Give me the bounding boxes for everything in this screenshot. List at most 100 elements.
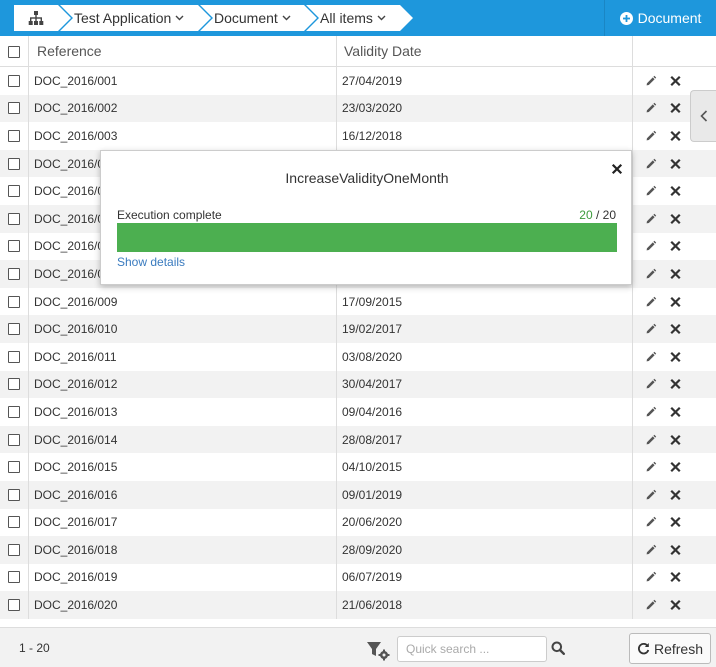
row-checkbox[interactable] bbox=[8, 240, 20, 253]
row-checkbox[interactable] bbox=[8, 129, 20, 142]
new-document-button[interactable]: Document bbox=[604, 0, 716, 36]
pencil-icon[interactable] bbox=[645, 489, 657, 501]
table-row[interactable]: DOC_2016/015 04/10/2015 bbox=[0, 453, 716, 481]
table-row[interactable]: DOC_2016/011 03/08/2020 bbox=[0, 342, 716, 371]
row-checkbox[interactable] bbox=[8, 350, 20, 363]
breadcrumb-home[interactable] bbox=[14, 5, 73, 31]
table-row[interactable]: DOC_2016/013 09/04/2016 bbox=[0, 398, 716, 426]
table-row[interactable]: DOC_2016/012 30/04/2017 bbox=[0, 370, 716, 399]
table-row[interactable]: DOC_2016/014 28/08/2017 bbox=[0, 425, 716, 454]
breadcrumb-item-all-items[interactable]: All items bbox=[306, 5, 415, 31]
delete-icon[interactable] bbox=[670, 103, 681, 114]
row-checkbox[interactable] bbox=[8, 267, 20, 280]
close-icon[interactable] bbox=[611, 163, 623, 175]
row-checkbox[interactable] bbox=[8, 599, 20, 612]
row-checkbox[interactable] bbox=[8, 295, 20, 308]
pencil-icon[interactable] bbox=[645, 516, 657, 528]
table-row[interactable]: DOC_2016/001 27/04/2019 bbox=[0, 67, 716, 95]
delete-icon[interactable] bbox=[670, 241, 681, 252]
pencil-icon[interactable] bbox=[645, 378, 657, 390]
reference-cell: DOC_2016/016 bbox=[29, 480, 337, 509]
row-checkbox[interactable] bbox=[8, 516, 20, 529]
row-checkbox[interactable] bbox=[8, 433, 20, 446]
pencil-icon[interactable] bbox=[645, 102, 657, 114]
chevron-down-icon bbox=[377, 15, 386, 21]
chevron-left-icon bbox=[699, 110, 707, 122]
delete-icon[interactable] bbox=[670, 517, 681, 528]
delete-icon[interactable] bbox=[670, 462, 681, 473]
sitemap-icon bbox=[28, 11, 44, 25]
delete-icon[interactable] bbox=[670, 186, 681, 197]
delete-icon[interactable] bbox=[670, 158, 681, 169]
delete-icon[interactable] bbox=[670, 268, 681, 280]
delete-icon[interactable] bbox=[670, 434, 681, 445]
breadcrumb-item-application[interactable]: Test Application bbox=[60, 5, 213, 31]
reference-cell: DOC_2016/010 bbox=[29, 315, 337, 343]
pencil-icon[interactable] bbox=[645, 296, 657, 308]
row-checkbox[interactable] bbox=[8, 571, 20, 584]
delete-icon[interactable] bbox=[670, 379, 681, 390]
delete-icon[interactable] bbox=[670, 406, 681, 417]
breadcrumb-item-document[interactable]: Document bbox=[200, 5, 319, 31]
row-checkbox[interactable] bbox=[8, 543, 20, 556]
column-header-validity-date[interactable]: Validity Date bbox=[337, 36, 633, 67]
delete-icon[interactable] bbox=[670, 324, 681, 335]
table-row[interactable]: DOC_2016/016 09/01/2019 bbox=[0, 480, 716, 509]
delete-icon[interactable] bbox=[670, 351, 681, 362]
pencil-icon[interactable] bbox=[645, 185, 657, 197]
table-row[interactable]: DOC_2016/019 06/07/2019 bbox=[0, 563, 716, 592]
delete-icon[interactable] bbox=[670, 75, 681, 86]
row-checkbox[interactable] bbox=[8, 323, 20, 336]
delete-icon[interactable] bbox=[670, 130, 681, 142]
table-row[interactable]: DOC_2016/009 17/09/2015 bbox=[0, 287, 716, 316]
execution-popup: IncreaseValidityOneMonth Execution compl… bbox=[100, 150, 632, 285]
pencil-icon[interactable] bbox=[645, 268, 657, 280]
side-panel-toggle[interactable] bbox=[690, 90, 716, 142]
quick-search-input[interactable] bbox=[397, 636, 547, 662]
pencil-icon[interactable] bbox=[645, 75, 657, 87]
delete-icon[interactable] bbox=[670, 544, 681, 555]
pencil-icon[interactable] bbox=[645, 461, 657, 473]
pencil-icon[interactable] bbox=[645, 544, 657, 556]
pencil-icon[interactable] bbox=[645, 571, 657, 583]
row-checkbox[interactable] bbox=[8, 74, 20, 87]
pencil-icon[interactable] bbox=[645, 323, 657, 335]
row-checkbox[interactable] bbox=[8, 185, 20, 198]
delete-icon[interactable] bbox=[670, 489, 681, 500]
pencil-icon[interactable] bbox=[645, 130, 657, 142]
table-row[interactable]: DOC_2016/003 16/12/2018 bbox=[0, 122, 716, 150]
select-all-checkbox[interactable] bbox=[8, 45, 20, 58]
delete-icon[interactable] bbox=[670, 213, 681, 224]
refresh-label: Refresh bbox=[653, 640, 704, 657]
row-checkbox[interactable] bbox=[8, 405, 20, 418]
delete-icon[interactable] bbox=[670, 296, 681, 307]
row-checkbox[interactable] bbox=[8, 212, 20, 225]
filter-settings-icon[interactable] bbox=[366, 641, 392, 661]
pencil-icon[interactable] bbox=[645, 351, 657, 363]
select-all-cell bbox=[0, 36, 29, 67]
row-checkbox[interactable] bbox=[8, 378, 20, 391]
refresh-button[interactable]: Refresh bbox=[629, 633, 711, 664]
pencil-icon[interactable] bbox=[645, 406, 657, 418]
row-checkbox[interactable] bbox=[8, 157, 20, 170]
table-row[interactable]: DOC_2016/010 19/02/2017 bbox=[0, 315, 716, 343]
row-checkbox[interactable] bbox=[8, 102, 20, 115]
table-row[interactable]: DOC_2016/002 23/03/2020 bbox=[0, 94, 716, 123]
show-details-link[interactable]: Show details bbox=[117, 255, 185, 269]
table-row[interactable]: DOC_2016/018 28/09/2020 bbox=[0, 536, 716, 564]
table-row[interactable]: DOC_2016/017 20/06/2020 bbox=[0, 508, 716, 537]
row-checkbox[interactable] bbox=[8, 488, 20, 501]
search-icon[interactable] bbox=[551, 641, 565, 655]
pencil-icon[interactable] bbox=[645, 434, 657, 446]
pencil-icon[interactable] bbox=[645, 599, 657, 611]
row-select-cell bbox=[0, 508, 29, 537]
delete-icon[interactable] bbox=[670, 572, 681, 583]
table-row[interactable]: DOC_2016/020 21/06/2018 bbox=[0, 591, 716, 619]
delete-icon[interactable] bbox=[670, 600, 681, 611]
validity-date-cell: 03/08/2020 bbox=[337, 342, 633, 371]
pencil-icon[interactable] bbox=[645, 158, 657, 170]
pencil-icon[interactable] bbox=[645, 213, 657, 225]
column-header-reference[interactable]: Reference bbox=[29, 36, 337, 67]
pencil-icon[interactable] bbox=[645, 240, 657, 252]
row-checkbox[interactable] bbox=[8, 461, 20, 474]
